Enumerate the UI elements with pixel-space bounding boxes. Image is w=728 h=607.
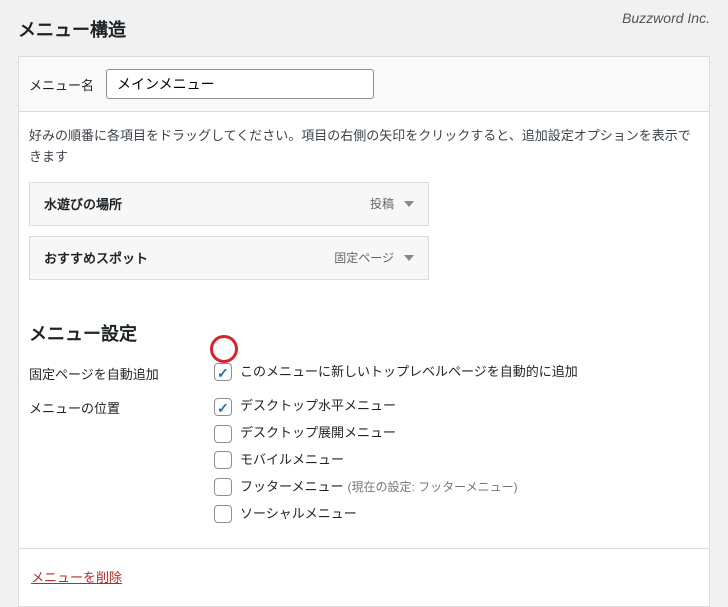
menu-item-type: 投稿 [370, 195, 394, 212]
menu-item-title: おすすめスポット [44, 248, 148, 267]
location-label: フッターメニュー [240, 477, 343, 498]
menu-name-label: メニュー名 [29, 75, 94, 94]
menu-settings: メニュー設定 固定ページを自動追加 このメニューに新しいトップレベルページを自動… [19, 310, 709, 531]
menu-structure-panel: メニュー名 好みの順番に各項目をドラッグしてください。項目の右側の矢印をクリック… [18, 56, 710, 607]
delete-menu-link[interactable]: メニューを削除 [31, 570, 122, 585]
menu-settings-title: メニュー設定 [29, 320, 699, 346]
menu-item-title: 水遊びの場所 [44, 194, 122, 213]
auto-add-row-label: 固定ページを自動追加 [29, 362, 214, 383]
chevron-down-icon[interactable] [404, 255, 414, 261]
auto-add-checkbox-label: このメニューに新しいトップレベルページを自動的に追加 [240, 362, 578, 383]
locations-row: メニューの位置 デスクトップ水平メニュー デスクトップ展開メニュー モバイルメニ… [29, 396, 699, 530]
chevron-down-icon[interactable] [404, 201, 414, 207]
brand-label: Buzzword Inc. [622, 10, 710, 26]
location-label: デスクトップ展開メニュー [240, 423, 396, 444]
auto-add-checkbox[interactable] [214, 363, 232, 381]
locations-row-label: メニューの位置 [29, 396, 214, 417]
drag-hint-text: 好みの順番に各項目をドラッグしてください。項目の右側の矢印をクリックすると、追加… [19, 112, 709, 182]
location-label: ソーシャルメニュー [240, 504, 357, 525]
menu-name-row: メニュー名 [19, 57, 709, 112]
menu-items-list: 水遊びの場所 投稿 おすすめスポット 固定ページ [19, 182, 709, 310]
location-label: モバイルメニュー [240, 450, 344, 471]
menu-structure-title: メニュー構造 [0, 0, 728, 56]
delete-row: メニューを削除 [19, 548, 709, 606]
location-label: デスクトップ水平メニュー [240, 396, 396, 417]
location-checkbox-footer[interactable] [214, 478, 232, 496]
location-checkbox-desktop-expanded[interactable] [214, 425, 232, 443]
menu-item[interactable]: 水遊びの場所 投稿 [29, 182, 429, 226]
menu-name-input[interactable] [106, 69, 374, 99]
location-checkbox-social[interactable] [214, 505, 232, 523]
location-checkbox-mobile[interactable] [214, 451, 232, 469]
location-hint: (現在の設定: フッターメニュー) [347, 478, 517, 497]
menu-item[interactable]: おすすめスポット 固定ページ [29, 236, 429, 280]
menu-item-type: 固定ページ [334, 249, 394, 266]
location-checkbox-desktop-horizontal[interactable] [214, 398, 232, 416]
auto-add-row: 固定ページを自動追加 このメニューに新しいトップレベルページを自動的に追加 [29, 362, 699, 389]
